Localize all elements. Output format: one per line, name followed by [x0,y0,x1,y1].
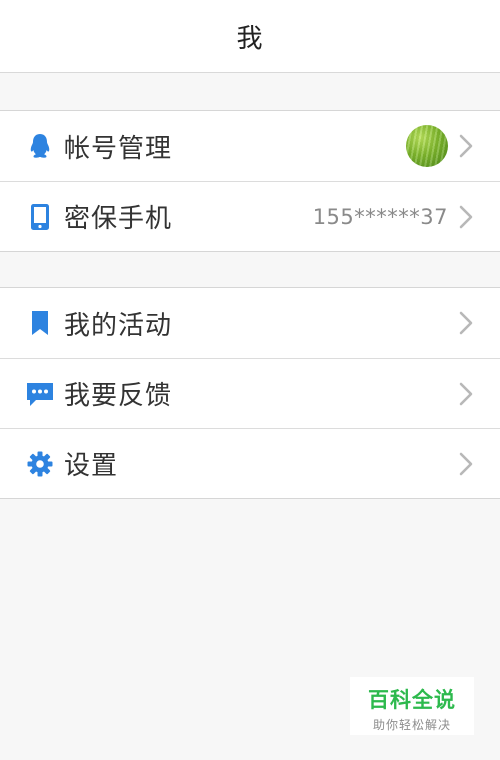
security-phone-value: 155******37 [312,204,448,229]
qq-penguin-icon [26,132,54,160]
row-settings[interactable]: 设置 [0,428,500,498]
chat-bubble-icon [26,380,54,408]
chevron-right-icon [459,452,473,475]
chevron-right-icon [459,205,473,228]
chevron-right-icon [459,311,473,335]
row-feedback[interactable]: 我要反馈 [0,358,500,428]
page-title: 我 [236,23,264,54]
row-account-management[interactable]: 帐号管理 [0,111,500,181]
chevron-right-icon [459,382,473,405]
watermark-title: 百科全说 [368,688,456,712]
row-security-phone[interactable]: 密保手机 155******37 [0,181,500,251]
settings-label: 设置 [64,451,119,481]
gear-icon [26,450,54,478]
watermark-logo: 百科全说 助你轻松解决 [350,677,474,735]
security-phone-label: 密保手机 [64,204,173,234]
feedback-label: 我要反馈 [64,381,173,411]
my-activities-label: 我的活动 [64,310,173,341]
row-my-activities[interactable]: 我的活动 [0,288,500,358]
top-bar: 我 [0,0,500,73]
bookmark-icon [26,309,54,337]
more-group: 我的活动 我要反馈 设置 [0,287,500,499]
watermark-subtitle: 助你轻松解决 [372,718,451,732]
avatar[interactable] [406,125,448,167]
chevron-right-icon [459,134,473,158]
phone-icon [26,203,54,231]
account-group: 帐号管理 密保手机 155******37 [0,110,500,252]
account-management-label: 帐号管理 [64,133,173,164]
